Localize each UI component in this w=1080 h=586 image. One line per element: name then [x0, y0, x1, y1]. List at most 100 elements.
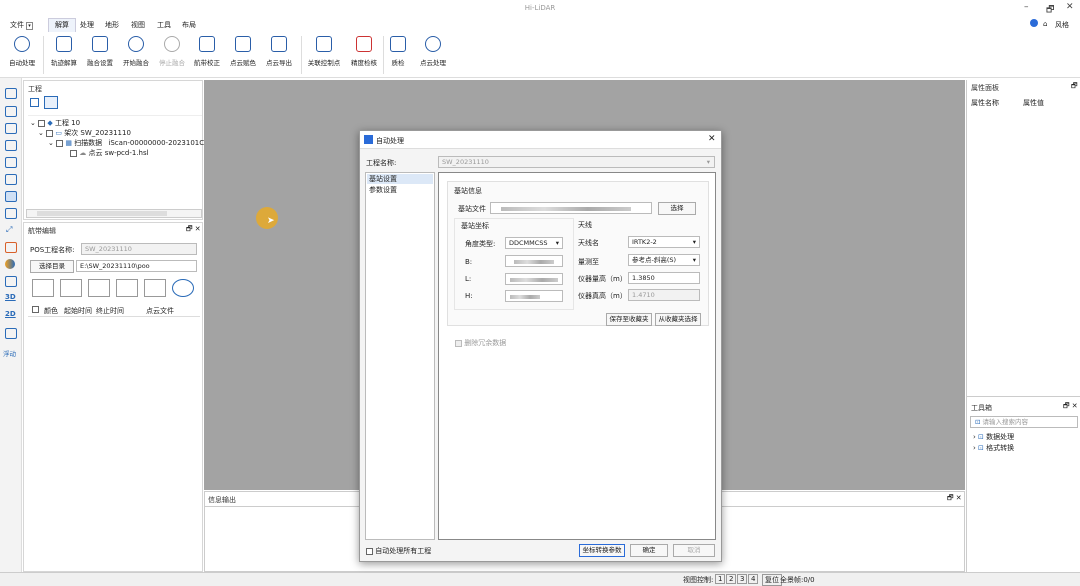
menu-solve[interactable]: 解算: [48, 18, 76, 32]
save-favorite-button[interactable]: 保存至收藏夹: [606, 313, 652, 326]
hatch-icon[interactable]: [116, 279, 138, 297]
select-dir-button[interactable]: 选择目录: [30, 260, 74, 273]
search-small-icon: ⊡: [975, 418, 981, 426]
layout-icon[interactable]: [5, 191, 17, 202]
expand-icon[interactable]: ⤢: [6, 225, 12, 235]
view-3-button[interactable]: 3: [737, 574, 748, 584]
remove-redundant-option[interactable]: 删除冗余数据: [455, 338, 506, 348]
cube-icon[interactable]: [5, 157, 17, 168]
tree-node-pointcloud[interactable]: ☁ 点云 sw-pcd-1.hsl: [70, 148, 149, 158]
float-button[interactable]: 浮动: [3, 348, 16, 358]
nav-params[interactable]: 参数设置: [369, 185, 397, 195]
nav-base-station[interactable]: 基站设置: [367, 174, 433, 184]
tree-node-project[interactable]: ⌄ ◆ 工程 10: [30, 118, 80, 128]
view-4-button[interactable]: 4: [748, 574, 759, 584]
l-field[interactable]: [505, 273, 563, 285]
edit-icon[interactable]: [5, 276, 17, 287]
base-file-field[interactable]: [490, 202, 652, 214]
coord-params-button[interactable]: 坐标转换参数: [579, 544, 625, 557]
cube-icon[interactable]: [5, 88, 17, 99]
2d-view-button[interactable]: 2D: [5, 310, 16, 318]
menu-tools[interactable]: 工具: [157, 20, 171, 30]
checkbox[interactable]: [56, 139, 64, 147]
settings-strip-icon[interactable]: [144, 279, 166, 297]
menu-file[interactable]: 文件 ▾: [10, 20, 33, 30]
maximize-button[interactable]: 🗗: [1046, 2, 1054, 18]
checkbox[interactable]: [455, 339, 462, 347]
export-button[interactable]: 点云导出: [259, 36, 299, 67]
checkbox[interactable]: [38, 119, 46, 127]
style-menu[interactable]: 风格: [1055, 20, 1069, 30]
pos-name-select[interactable]: SW_20231110: [81, 243, 197, 255]
minimize-button[interactable]: –: [1024, 2, 1029, 12]
fusion-settings-button[interactable]: 融合设置: [80, 36, 120, 67]
color-icon[interactable]: [5, 259, 15, 269]
menu-process[interactable]: 处理: [80, 20, 94, 30]
edit-strip-icon[interactable]: [88, 279, 110, 297]
trajectory-solve-button[interactable]: 轨迹解算: [44, 36, 84, 67]
checkbox[interactable]: [70, 149, 77, 157]
menu-terrain[interactable]: 地形: [105, 20, 119, 30]
chevron-down-icon[interactable]: ▾: [26, 22, 33, 30]
colorize-button[interactable]: 点云赋色: [223, 36, 263, 67]
cube-icon[interactable]: [5, 140, 17, 151]
measure-to-select[interactable]: 参考点-斜高(S) ▾: [628, 254, 700, 266]
start-fusion-button[interactable]: 开始融合: [116, 36, 156, 67]
settings-icon[interactable]: ⌂: [1043, 20, 1047, 28]
layers-icon[interactable]: [30, 98, 39, 107]
2d-view-icon[interactable]: [5, 208, 17, 219]
play-icon[interactable]: [172, 279, 194, 297]
angle-type-select[interactable]: DDCMMCSS ▾: [505, 237, 563, 249]
control-points-button[interactable]: 关联控制点: [304, 36, 344, 67]
select-file-button[interactable]: 选择: [658, 202, 696, 215]
tree-node-session[interactable]: ⌄ ▭ 架次 SW_20231110: [38, 128, 131, 138]
load-favorite-button[interactable]: 从收藏夹选择: [655, 313, 701, 326]
divider: [967, 396, 1080, 397]
auto-all-option[interactable]: 自动处理所有工程: [366, 546, 431, 556]
help-icon[interactable]: [1030, 19, 1038, 27]
strip-correction-button[interactable]: 航带校正: [187, 36, 227, 67]
cube-icon[interactable]: [5, 174, 17, 185]
pin-close-icon[interactable]: 🗗 ✕: [186, 225, 201, 236]
add-strip-icon[interactable]: [32, 279, 54, 297]
tree-node-scan[interactable]: ⌄ ▦ 扫描数据 iScan-00000000-2023101C: [48, 138, 204, 148]
horizontal-scrollbar[interactable]: [26, 209, 202, 218]
angle-type-label: 角度类型:: [465, 240, 496, 248]
3d-view-button[interactable]: 3D: [5, 293, 16, 301]
cube-icon[interactable]: [5, 123, 17, 134]
scrollbar-thumb[interactable]: [37, 211, 167, 216]
checkbox[interactable]: [46, 129, 54, 137]
toolbox-item-data[interactable]: › ⊡ 数据处理: [973, 432, 1014, 442]
checkbox-checked[interactable]: [366, 547, 373, 555]
view-2-button[interactable]: 2: [726, 574, 737, 584]
pin-close-icon[interactable]: 🗗 ✕: [1063, 402, 1078, 413]
ok-button[interactable]: 确定: [630, 544, 668, 557]
project-name-select[interactable]: SW_20231110 ▾: [438, 156, 715, 168]
qc-button[interactable]: 质检: [378, 36, 418, 67]
close-button[interactable]: ✕: [1066, 2, 1074, 12]
chart-icon[interactable]: [5, 328, 17, 339]
menu-layout[interactable]: 布局: [182, 20, 196, 30]
antenna-name-select[interactable]: IRTK2-2 ▾: [628, 236, 700, 248]
pin-icon[interactable]: 🗗: [1071, 82, 1078, 93]
stop-fusion-button[interactable]: 停止融合: [152, 36, 192, 67]
h-field[interactable]: [505, 290, 563, 302]
remove-strip-icon[interactable]: [60, 279, 82, 297]
cube-icon[interactable]: [5, 106, 17, 117]
select-all-checkbox[interactable]: [32, 306, 39, 313]
toolbox-item-format[interactable]: › ⊡ 格式转换: [973, 443, 1014, 453]
link-icon[interactable]: [44, 96, 58, 109]
auto-process-button[interactable]: 自动处理: [2, 36, 42, 67]
close-icon[interactable]: ✕: [708, 134, 716, 144]
dir-path-field[interactable]: E:\SW_20231110\poo: [76, 260, 197, 272]
instr-height-field[interactable]: 1.3850: [628, 272, 700, 284]
toolbox-search-input[interactable]: ⊡ 请输入搜索内容: [970, 416, 1078, 428]
cancel-button[interactable]: 取消: [673, 544, 715, 557]
view-1-button[interactable]: 1: [715, 574, 726, 584]
reset-button[interactable]: 复位: [762, 574, 782, 586]
b-field[interactable]: [505, 255, 563, 267]
pin-close-icon[interactable]: 🗗 ✕: [947, 494, 962, 505]
palette-icon[interactable]: [5, 242, 17, 253]
menu-view[interactable]: 视图: [131, 20, 145, 30]
pointcloud-process-button[interactable]: 点云处理: [413, 36, 453, 67]
